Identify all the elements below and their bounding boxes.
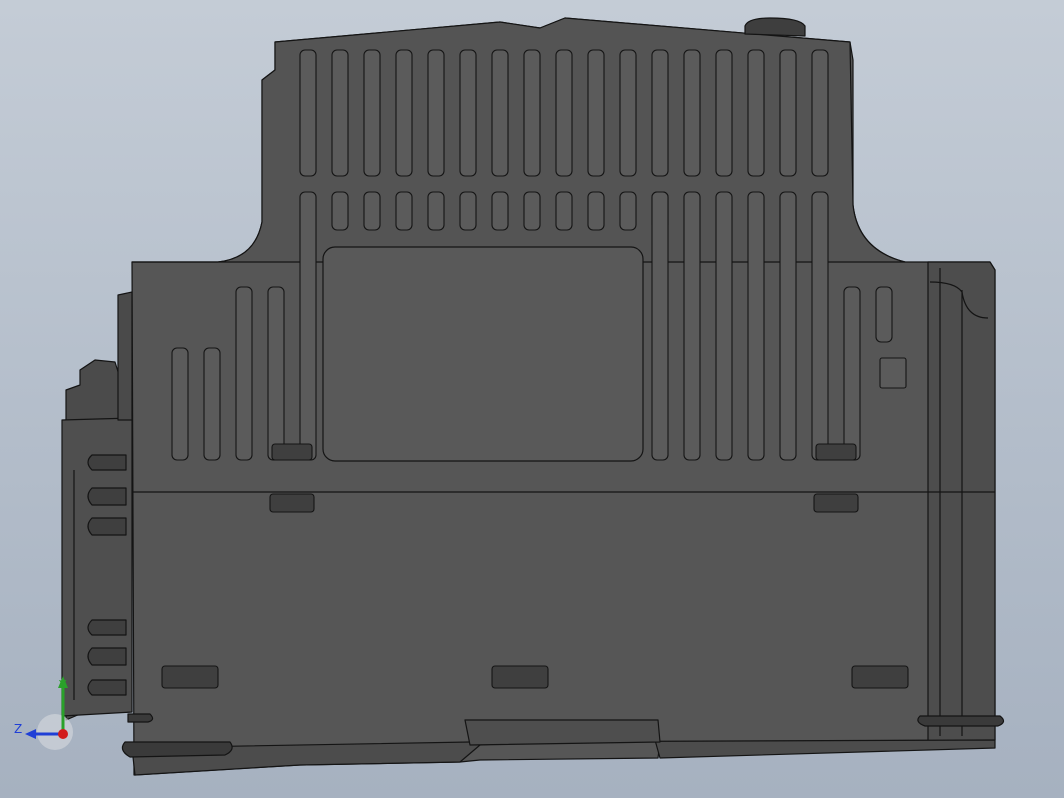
- vent-fin: [555, 191, 573, 231]
- vent-fin: [395, 191, 413, 231]
- vent-fin: [747, 49, 765, 177]
- vent-fin: [843, 286, 861, 461]
- vent-fin: [587, 49, 605, 177]
- device-3d-model[interactable]: [0, 0, 1064, 798]
- mounting-slot: [161, 665, 219, 689]
- vent-fin: [299, 49, 317, 177]
- vent-fin: [811, 49, 829, 177]
- vent-fin: [491, 191, 509, 231]
- vent-fin: [459, 191, 477, 231]
- vent-fin: [523, 49, 541, 177]
- vent-fin: [459, 49, 477, 177]
- vent-fin: [811, 191, 829, 461]
- vent-fin: [651, 49, 669, 177]
- vent-fin: [363, 49, 381, 177]
- vent-fin: [683, 49, 701, 177]
- vent-fin: [555, 49, 573, 177]
- vent-fin: [779, 49, 797, 177]
- z-axis-label: Z: [14, 722, 22, 736]
- latch-block: [879, 357, 907, 389]
- vent-fin: [523, 191, 541, 231]
- vent-fin: [715, 191, 733, 461]
- axis-triad: Y Z: [14, 676, 73, 750]
- y-axis-label: Y: [58, 678, 67, 692]
- vent-fin: [619, 49, 637, 177]
- vent-fin: [683, 191, 701, 461]
- vent-fin: [427, 191, 445, 231]
- vent-fin: [299, 191, 317, 461]
- vent-fin: [363, 191, 381, 231]
- vent-fin: [587, 191, 605, 231]
- vent-fin: [651, 191, 669, 461]
- vent-fin: [779, 191, 797, 461]
- mounting-slot: [491, 665, 549, 689]
- left-fan-assembly: [61, 291, 133, 721]
- mounting-slot: [851, 665, 909, 689]
- vent-fin: [171, 347, 189, 461]
- mounting-slot: [269, 493, 315, 513]
- vent-fin: [203, 347, 221, 461]
- vent-fin: [235, 286, 253, 461]
- vent-fin: [427, 49, 445, 177]
- vent-fin: [267, 286, 285, 461]
- vent-fin: [715, 49, 733, 177]
- vent-fin: [875, 286, 893, 343]
- mounting-slot: [271, 443, 313, 461]
- display-window: [322, 246, 644, 462]
- mounting-slot: [813, 493, 859, 513]
- cad-graphics-viewport[interactable]: Y Z: [0, 0, 1064, 798]
- vent-fin: [395, 49, 413, 177]
- vent-fin: [747, 191, 765, 461]
- vent-fin: [491, 49, 509, 177]
- vent-fin: [331, 191, 349, 231]
- mounting-slot: [815, 443, 857, 461]
- vent-fin: [331, 49, 349, 177]
- vent-fin: [619, 191, 637, 231]
